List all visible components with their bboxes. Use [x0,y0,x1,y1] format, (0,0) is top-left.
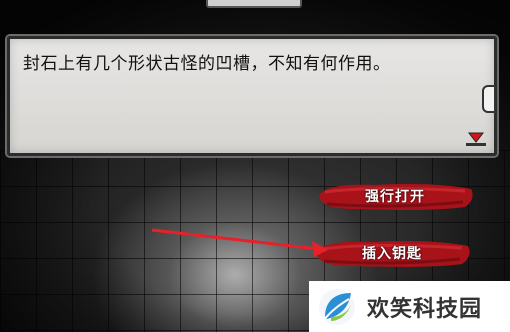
dialog-box[interactable]: 封石上有几个形状古怪的凹槽，不知有何作用。 [7,36,497,156]
watermark-text: 欢笑科技园 [367,297,483,322]
down-triangle-icon[interactable] [466,131,486,147]
dialog-text: 封石上有几个形状古怪的凹槽，不知有何作用。 [23,54,391,74]
force-open-label: 强行打开 [365,189,425,205]
watermark: 欢笑科技园 [309,281,510,332]
leaf-logo-icon [319,289,355,325]
force-open-button[interactable]: 强行打开 [315,180,475,214]
insert-key-button[interactable]: 插入钥匙 [312,237,472,271]
insert-key-label: 插入钥匙 [362,246,422,262]
top-title-tab [206,0,302,8]
dialog-side-tab[interactable] [482,85,496,113]
